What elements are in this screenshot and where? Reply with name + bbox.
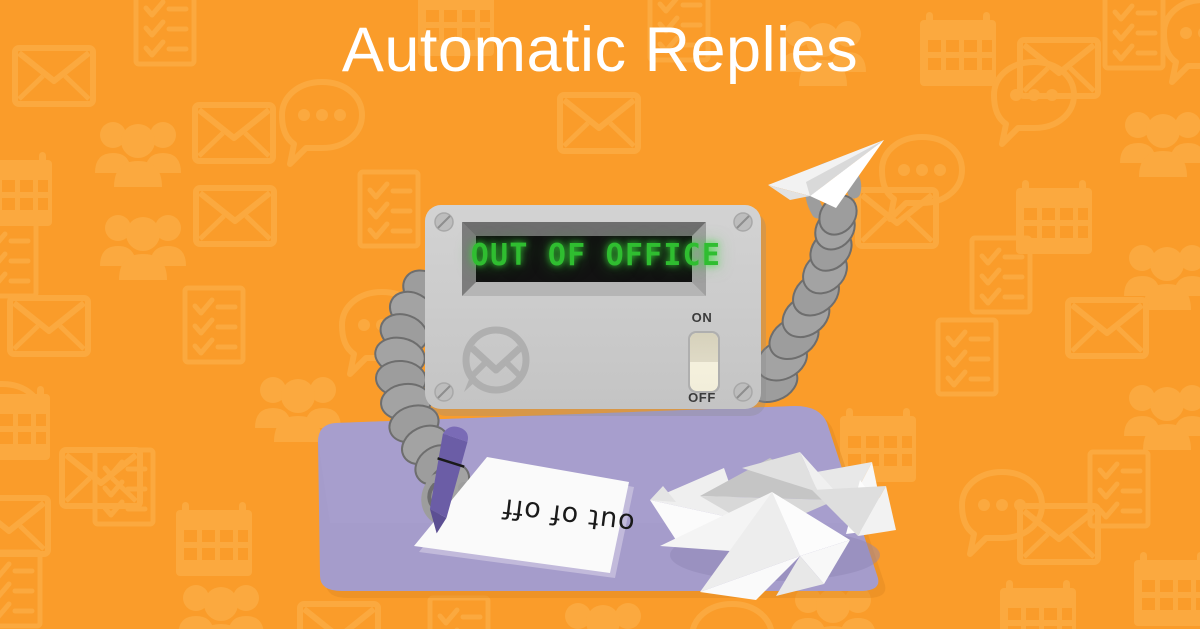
page-title: Automatic Replies	[341, 15, 859, 85]
switch-label-on: ON	[691, 310, 713, 325]
switch-label-off: OFF	[688, 390, 716, 405]
on-off-toggle-switch[interactable]	[688, 331, 720, 393]
automatic-replies-banner: Automatic Replies OUT OF OFFICE ON OFF o…	[0, 0, 1200, 629]
device-display-text: OUT OF OFFICE	[470, 237, 722, 273]
paper-airplane-flying	[768, 140, 884, 208]
toggle-knob-upper[interactable]	[690, 333, 718, 362]
